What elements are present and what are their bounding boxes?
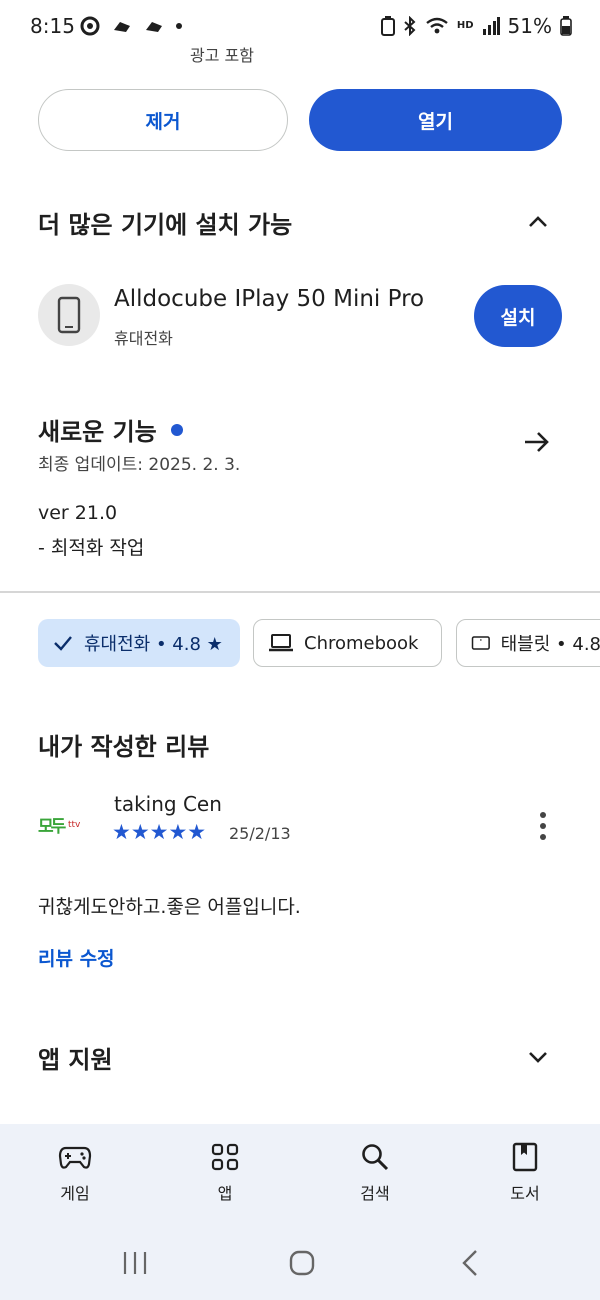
arrow-right-icon — [525, 432, 549, 452]
contains-ads-label: 광고 포함 — [190, 46, 254, 65]
whats-new-header[interactable]: 새로운 기능 — [38, 412, 183, 447]
app-support-title[interactable]: 앱 지원 — [38, 1040, 113, 1075]
nav-apps-label: 앱 — [217, 1184, 233, 1203]
book-icon — [512, 1142, 538, 1172]
hd-voice-icon: HD — [456, 20, 474, 31]
signal-icon — [482, 17, 500, 35]
reviewer-avatar: 모두 ttv — [38, 808, 86, 840]
whats-new-arrow-button[interactable] — [521, 426, 553, 458]
nav-games[interactable]: 게임 — [15, 1142, 135, 1204]
gamepad-icon — [58, 1146, 92, 1169]
nav-search-label: 검색 — [360, 1184, 390, 1203]
chevron-up-icon — [529, 216, 547, 227]
section-divider — [0, 591, 600, 593]
device-name: Alldocube IPlay 50 Mini Pro — [114, 286, 425, 312]
tablet-icon — [471, 636, 490, 650]
my-review-title: 내가 작성한 리뷰 — [38, 733, 210, 761]
home-button[interactable] — [287, 1248, 317, 1278]
release-note: - 최적화 작업 — [38, 537, 145, 559]
device-avatar — [38, 284, 100, 346]
whats-new-title: 새로운 기능 — [38, 418, 157, 446]
laptop-icon — [269, 634, 293, 652]
search-icon — [362, 1144, 389, 1171]
reviewer-name: taking Cen — [114, 792, 222, 816]
avatar-logo-sub: ttv — [68, 820, 81, 830]
chip-phone-label: 휴대전화 • 4.8 ★ — [84, 634, 223, 655]
chip-tablet-label: 태블릿 • 4.8 — [500, 634, 600, 655]
status-time: 8:15 — [30, 14, 75, 38]
edit-review-link[interactable]: 리뷰 수정 — [38, 944, 115, 971]
notification-icons — [80, 16, 182, 36]
nav-apps[interactable]: 앱 — [165, 1142, 285, 1204]
home-icon — [289, 1250, 315, 1276]
chip-phone[interactable]: 휴대전화 • 4.8 ★ — [38, 619, 240, 667]
back-icon — [462, 1250, 477, 1276]
expand-button[interactable] — [524, 1043, 552, 1071]
cloud-icon — [146, 22, 162, 32]
device-type: 휴대전화 — [114, 329, 173, 348]
battery-icon — [560, 16, 572, 36]
chip-chromebook[interactable]: Chromebook — [253, 619, 442, 667]
back-button[interactable] — [458, 1248, 482, 1278]
uninstall-button[interactable]: 제거 — [38, 89, 288, 151]
app-notification-icon — [80, 16, 100, 36]
battery-percent: 51% — [507, 14, 552, 38]
more-options-icon[interactable] — [530, 810, 556, 842]
status-indicators: HD 51% — [380, 14, 572, 38]
cloud-icon — [114, 22, 130, 32]
install-button[interactable]: 설치 — [474, 285, 562, 347]
recent-apps-button[interactable] — [121, 1248, 149, 1278]
new-indicator-dot — [170, 423, 183, 436]
review-date: 25/2/13 — [229, 824, 291, 843]
smartphone-icon — [57, 296, 81, 334]
battery-saver-icon — [380, 16, 395, 36]
last-updated: 최종 업데이트: 2025. 2. 3. — [38, 455, 241, 475]
nav-games-label: 게임 — [60, 1184, 90, 1203]
nav-books[interactable]: 도서 — [465, 1142, 585, 1204]
more-devices-title: 더 많은 기기에 설치 가능 — [38, 211, 293, 239]
wifi-icon — [426, 17, 448, 34]
bluetooth-icon — [404, 16, 416, 36]
check-icon — [54, 636, 72, 651]
avatar-logo-text: 모두 — [38, 817, 66, 837]
collapse-button[interactable] — [524, 208, 552, 236]
apps-grid-icon — [211, 1143, 239, 1171]
chevron-down-icon — [529, 1052, 547, 1063]
chip-chromebook-label: Chromebook — [304, 632, 419, 654]
more-notifications-dot-icon — [176, 23, 182, 29]
open-button[interactable]: 열기 — [309, 89, 562, 151]
nav-books-label: 도서 — [510, 1184, 540, 1203]
star-rating: ★★★★★ — [112, 820, 207, 844]
nav-search[interactable]: 검색 — [315, 1142, 435, 1204]
review-text: 귀찮게도안하고.좋은 어플입니다. — [38, 896, 301, 918]
version-text: ver 21.0 — [38, 502, 118, 524]
recent-apps-icon — [123, 1252, 147, 1274]
chip-tablet[interactable]: 태블릿 • 4.8 — [456, 619, 600, 667]
